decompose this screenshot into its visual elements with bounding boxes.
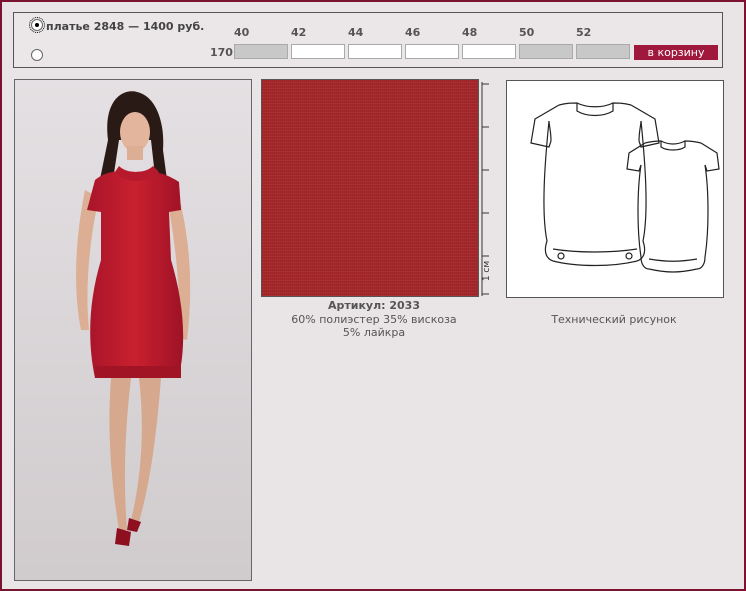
technical-drawing: [506, 80, 724, 298]
dress-sketch: [530, 102, 720, 273]
height-label: 170: [210, 46, 233, 59]
size-header-44: 44: [348, 26, 364, 39]
fabric-scale-label: 1 см: [482, 260, 492, 282]
size-cell-52: [576, 44, 630, 59]
size-cell-48[interactable]: [462, 44, 516, 59]
size-header-52: 52: [576, 26, 592, 39]
size-selector-bar: платье 2848 — 1400 руб. 40 42 44 46 48 5…: [13, 12, 723, 68]
technical-drawing-caption: Технический рисунок: [551, 313, 677, 326]
fabric-swatch: [261, 79, 479, 297]
size-cell-42[interactable]: [291, 44, 345, 59]
size-cell-46[interactable]: [405, 44, 459, 59]
size-header-50: 50: [519, 26, 535, 39]
product-radio-selected[interactable]: [29, 17, 45, 33]
size-header-48: 48: [462, 26, 478, 39]
model-photo: [14, 79, 252, 581]
model-dress-illustration: [15, 80, 251, 580]
size-header-40: 40: [234, 26, 250, 39]
size-header-46: 46: [405, 26, 421, 39]
composition-line-2: 5% лайкра: [342, 326, 406, 339]
add-to-cart-button[interactable]: в корзину: [634, 45, 718, 60]
product-title: платье 2848 — 1400 руб.: [46, 20, 205, 33]
size-header-42: 42: [291, 26, 307, 39]
size-cell-50: [519, 44, 573, 59]
size-cell-40: [234, 44, 288, 59]
size-cell-44[interactable]: [348, 44, 402, 59]
article-number: Артикул: 2033: [327, 299, 420, 312]
product-panel: платье 2848 — 1400 руб. 40 42 44 46 48 5…: [0, 0, 746, 591]
product-radio-second[interactable]: [31, 49, 43, 61]
composition-line-1: 60% полиэстер 35% вискоза: [291, 313, 457, 326]
